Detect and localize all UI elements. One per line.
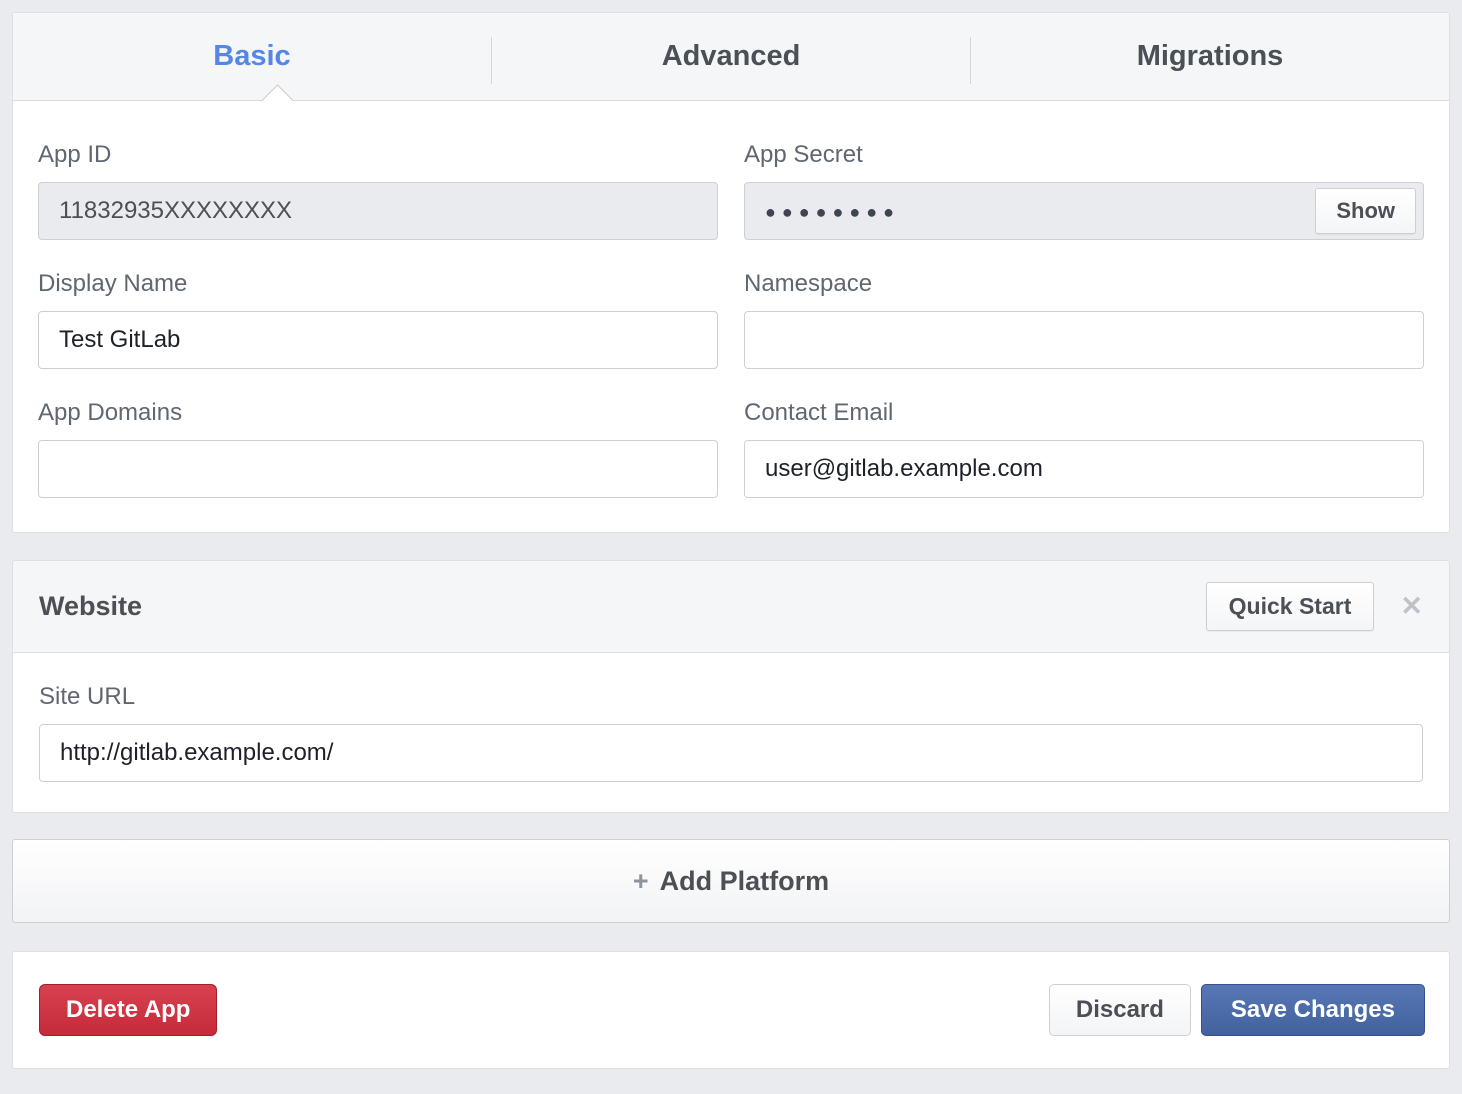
field-namespace: Namespace (744, 270, 1424, 369)
show-secret-button[interactable]: Show (1315, 188, 1416, 234)
tab-basic[interactable]: Basic (13, 13, 491, 100)
app-domains-input[interactable] (38, 440, 718, 498)
add-platform-label: Add Platform (660, 866, 830, 897)
site-url-label: Site URL (39, 683, 1423, 711)
field-site-url: Site URL (39, 683, 1423, 782)
app-settings-panel: Basic Advanced Migrations App ID App Sec… (12, 12, 1450, 533)
app-secret-masked-value: ●●●●●●●● (765, 200, 900, 223)
footer-action-bar: Delete App Discard Save Changes (12, 951, 1450, 1069)
basic-settings-form: App ID App Secret ●●●●●●●● Show Display … (13, 101, 1449, 532)
website-panel-body: Site URL (13, 683, 1449, 812)
site-url-input[interactable] (39, 724, 1423, 782)
contact-email-label: Contact Email (744, 399, 1424, 427)
website-panel-header: Website Quick Start ✕ (13, 561, 1449, 653)
tab-bar: Basic Advanced Migrations (13, 13, 1449, 101)
delete-app-button[interactable]: Delete App (39, 984, 217, 1036)
tab-basic-label: Basic (213, 40, 290, 73)
namespace-label: Namespace (744, 270, 1424, 298)
tab-migrations-label: Migrations (1137, 40, 1284, 73)
display-name-label: Display Name (38, 270, 718, 298)
namespace-input[interactable] (744, 311, 1424, 369)
close-icon[interactable]: ✕ (1400, 593, 1423, 620)
add-platform-button[interactable]: + Add Platform (12, 839, 1450, 923)
tab-migrations[interactable]: Migrations (971, 13, 1449, 100)
field-app-id: App ID (38, 141, 718, 240)
field-app-domains: App Domains (38, 399, 718, 498)
field-display-name: Display Name (38, 270, 718, 369)
save-changes-button[interactable]: Save Changes (1201, 984, 1425, 1036)
website-panel-title: Website (39, 591, 1206, 622)
app-secret-label: App Secret (744, 141, 1424, 169)
discard-button[interactable]: Discard (1049, 984, 1191, 1036)
contact-email-input[interactable] (744, 440, 1424, 498)
field-app-secret: App Secret ●●●●●●●● Show (744, 141, 1424, 240)
field-contact-email: Contact Email (744, 399, 1424, 498)
app-domains-label: App Domains (38, 399, 718, 427)
plus-icon: + (633, 866, 649, 897)
app-id-label: App ID (38, 141, 718, 169)
app-id-input (38, 182, 718, 240)
app-secret-input: ●●●●●●●● Show (744, 182, 1424, 240)
tab-advanced[interactable]: Advanced (492, 13, 970, 100)
website-platform-panel: Website Quick Start ✕ Site URL (12, 560, 1450, 813)
quick-start-button[interactable]: Quick Start (1206, 582, 1375, 631)
display-name-input[interactable] (38, 311, 718, 369)
tab-advanced-label: Advanced (662, 40, 801, 73)
